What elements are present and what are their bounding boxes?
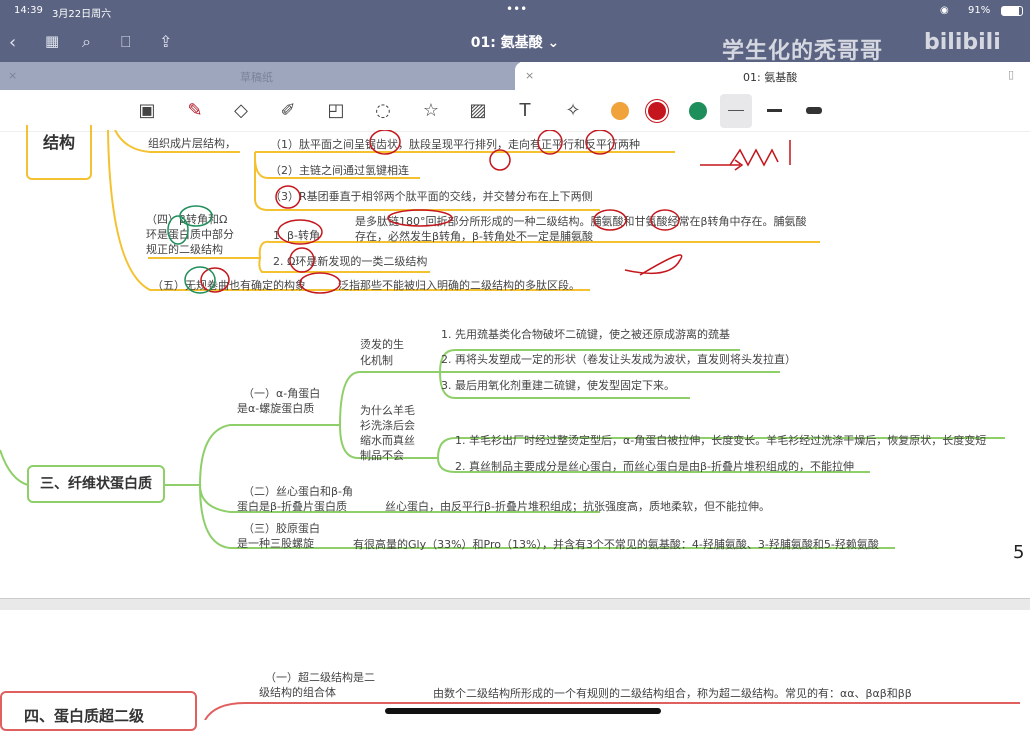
color-orange[interactable]	[611, 102, 629, 120]
lasso-icon[interactable]: ◌	[370, 98, 396, 124]
alpha-keratin-title: （一）α-角蛋白是α-螺旋蛋白质	[237, 386, 320, 416]
tab-amino-acid[interactable]: × 01: 氨基酸 ▯	[515, 62, 1030, 90]
section-box-fibrous: 三、纤维状蛋白质	[27, 465, 165, 503]
color-green[interactable]	[689, 102, 707, 120]
line: （一）超二级结构是二	[265, 671, 375, 684]
wifi-icon: ◉	[940, 5, 949, 16]
wool-question: 为什么羊毛衫洗涤后会缩水而真丝制品不会	[360, 403, 415, 463]
page-number: 5	[1013, 542, 1025, 563]
line: 烫发的生	[360, 338, 404, 351]
tab-draft[interactable]: × 草稿纸	[0, 62, 520, 90]
pen-icon[interactable]: ✎	[182, 98, 208, 124]
section-box-supersecondary: 四、蛋白质超二级	[0, 691, 197, 731]
line: 级结构的组合体	[259, 686, 336, 699]
split-view-icon[interactable]: ▯	[1008, 68, 1014, 81]
battery-percent: 91%	[968, 5, 991, 16]
time: 14:39	[14, 5, 43, 16]
bilibili-logo: bilibili	[924, 30, 1001, 55]
color-red-selected[interactable]	[648, 102, 666, 120]
line: （三）胶原蛋白	[243, 522, 320, 535]
line: 衫洗涤后会	[360, 419, 415, 432]
tab-label: 01: 氨基酸	[743, 71, 798, 84]
perm-step-2: 2. 再将头发塑成一定的形状（卷发让头发成为波状，直发则将头发拉直）	[441, 353, 796, 366]
line: 蛋白是β-折叠片蛋白质	[237, 500, 347, 513]
status-bar: 14:39 3月22日周六 ••• ◉ 91% ‹ ▦ ⌕ ⎕ ⇪ 01: 氨基…	[0, 0, 1030, 64]
line: （二）丝心蛋白和β-角	[243, 485, 353, 498]
page-separator	[0, 598, 1030, 610]
perm-step-1: 1. 先用巯基类化合物破坏二硫键，使之被还原成游离的巯基	[441, 328, 730, 341]
watermark: 学生化的秃哥哥	[722, 39, 884, 64]
perm-step-3: 3. 最后用氧化剂重建二硫键，使发型固定下来。	[441, 379, 675, 392]
wool-answer-1: 1. 羊毛衫出厂时经过整烫定型后，α-角蛋白被拉伸，长度变长。羊毛衫经过洗涤干燥…	[455, 434, 987, 447]
line: 是一种三股螺旋	[237, 537, 314, 550]
eraser-icon[interactable]: ◇	[228, 98, 254, 124]
line: 化机制	[360, 354, 393, 367]
stroke-medium[interactable]	[767, 109, 782, 112]
text-icon[interactable]: T	[512, 98, 538, 124]
perm-mechanism: 烫发的生 化机制	[360, 337, 404, 369]
highlighter-icon[interactable]: ✐	[275, 98, 301, 124]
close-icon[interactable]: ×	[8, 69, 17, 82]
handwritten-annotations	[167, 130, 791, 294]
silk-fibroin-desc: 丝心蛋白，由反平行β-折叠片堆积组成；抗张强度高，质地柔软，但不能拉伸。	[385, 500, 770, 513]
zoom-window-icon[interactable]: ▣	[134, 98, 160, 124]
collagen-title: （三）胶原蛋白是一种三股螺旋	[237, 521, 320, 551]
supersecondary-desc: 由数个二级结构所形成的一个有规则的二级结构组合，称为超二级结构。常见的有：αα、…	[433, 687, 912, 700]
collagen-desc: 有很高量的Gly（33%）和Pro（13%），并含有3个不常见的氨基酸：4-羟脯…	[353, 538, 879, 551]
silk-fibroin-title: （二）丝心蛋白和β-角蛋白是β-折叠片蛋白质	[237, 484, 353, 514]
image-icon[interactable]: ▨	[465, 98, 491, 124]
more-dots-icon[interactable]: •••	[506, 2, 527, 16]
toolbar: ▣ ✎ ◇ ✐ ◰ ◌ ☆ ▨ T ✧	[0, 90, 1030, 132]
line: 为什么羊毛	[360, 404, 415, 417]
stroke-thick[interactable]	[806, 107, 822, 114]
date: 3月22日周六	[52, 9, 112, 20]
shapes-icon[interactable]: ◰	[323, 98, 349, 124]
sticker-icon[interactable]: ☆	[418, 98, 444, 124]
close-icon[interactable]: ×	[525, 69, 534, 82]
line: 是α-螺旋蛋白质	[237, 402, 315, 415]
battery-icon	[1001, 6, 1023, 16]
tab-label: 草稿纸	[240, 71, 273, 84]
line: 制品不会	[360, 449, 404, 462]
line: （一）α-角蛋白	[243, 387, 321, 400]
line: 缩水而真丝	[360, 434, 415, 447]
stroke-thin-selected[interactable]	[720, 94, 752, 128]
supersecondary-title: （一）超二级结构是二级结构的组合体	[259, 670, 375, 700]
wool-answer-2: 2. 真丝制品主要成分是丝心蛋白，而丝心蛋白是由β-折叠片堆积组成的，不能拉伸	[455, 460, 854, 473]
laser-pointer-icon[interactable]: ✧	[560, 98, 586, 124]
scrollbar[interactable]	[385, 708, 661, 714]
